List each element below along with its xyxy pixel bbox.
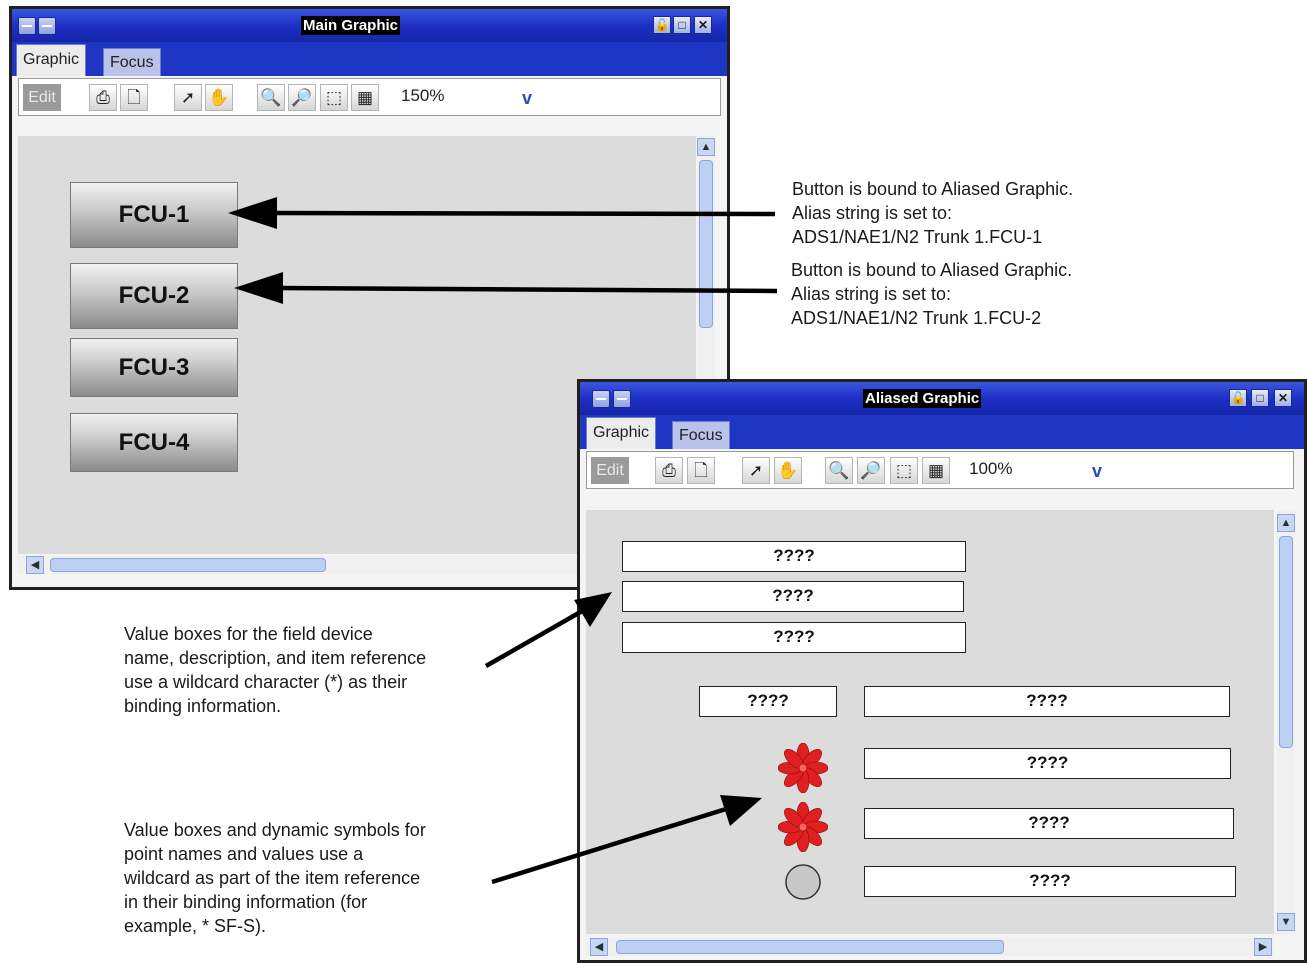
main-title-bar[interactable]: Main Graphic 🔓 □ ✕ [12, 9, 727, 42]
field-device-name-box: ???? [622, 541, 966, 572]
fcu1-annotation: Button is bound to Aliased Graphic. Alia… [792, 179, 1074, 247]
edit-button[interactable]: Edit [23, 84, 61, 111]
aliased-title-bar[interactable]: Aliased Graphic 🔓 □ ✕ [580, 382, 1304, 415]
scroll-down-icon[interactable]: ▼ [1277, 913, 1295, 931]
scroll-left-icon[interactable]: ◀ [26, 556, 44, 574]
maximize-button[interactable]: □ [673, 16, 691, 34]
scroll-up-icon[interactable]: ▲ [1277, 514, 1295, 532]
point-value-box: ???? [864, 686, 1230, 717]
window-minimize-left-button[interactable] [613, 390, 631, 408]
fcu-4-button[interactable]: FCU-4 [70, 413, 238, 472]
fan-symbol-2 [778, 802, 828, 852]
select-pointer-icon[interactable]: ➚ [742, 457, 770, 484]
zoom-level[interactable]: 150% [401, 86, 444, 106]
chevron-down-icon[interactable]: v [1087, 460, 1107, 482]
window-minimize-left-button[interactable] [38, 17, 56, 35]
fcu-2-button[interactable]: FCU-2 [70, 263, 238, 329]
zoom-region-icon[interactable]: ⬚ [320, 84, 348, 111]
aliased-vertical-scrollbar[interactable]: ▲ ▼ [1277, 510, 1295, 934]
chevron-down-icon[interactable]: v [517, 87, 537, 109]
fcu-3-button[interactable]: FCU-3 [70, 338, 238, 397]
zoom-level[interactable]: 100% [969, 459, 1012, 479]
value-boxes-arrow [484, 608, 586, 668]
zoom-out-icon[interactable]: 🔍 [257, 84, 285, 111]
zoom-in-icon[interactable]: 🔎 [857, 457, 885, 484]
point-value-box: ???? [864, 808, 1234, 839]
fcu-1-button[interactable]: FCU-1 [70, 182, 238, 248]
maximize-button[interactable]: □ [1251, 389, 1269, 407]
scroll-up-icon[interactable]: ▲ [697, 138, 715, 156]
fan-symbol-1 [778, 743, 828, 793]
tab-graphic[interactable]: Graphic [16, 44, 87, 76]
select-pointer-icon[interactable]: ➚ [174, 84, 202, 111]
aliased-vertical-scroll-thumb[interactable] [1279, 536, 1293, 748]
aliased-graphic-window: Aliased Graphic 🔓 □ ✕ Graphic Focus Edit… [577, 379, 1307, 963]
symbols-annotation: Value boxes and dynamic symbols for poin… [124, 820, 426, 936]
point-value-box: ???? [864, 748, 1231, 779]
zoom-region-icon[interactable]: ⬚ [890, 457, 918, 484]
print-icon[interactable]: ⎙ [89, 84, 117, 111]
scroll-left-icon[interactable]: ◀ [590, 938, 608, 956]
aliased-tab-row: Graphic Focus [580, 415, 1304, 449]
close-button[interactable]: ✕ [694, 16, 712, 34]
fcu2-annotation: Button is bound to Aliased Graphic. Alia… [791, 260, 1073, 328]
zoom-out-icon[interactable]: 🔍 [825, 457, 853, 484]
tab-graphic[interactable]: Graphic [586, 417, 657, 449]
edit-button[interactable]: Edit [591, 457, 629, 484]
main-tab-row: Graphic Focus [12, 42, 727, 76]
window-menu-button[interactable] [592, 390, 610, 408]
main-vertical-scroll-thumb[interactable] [699, 160, 713, 328]
window-menu-button[interactable] [18, 17, 36, 35]
status-circle-symbol [785, 864, 821, 900]
print-icon[interactable]: ⎙ [655, 457, 683, 484]
value-boxes-annotation: Value boxes for the field device name, d… [124, 624, 427, 716]
close-button[interactable]: ✕ [1274, 389, 1292, 407]
point-value-box: ???? [864, 866, 1236, 897]
main-horizontal-scroll-thumb[interactable] [50, 558, 326, 572]
fit-to-window-icon[interactable]: ▦ [922, 457, 950, 484]
aliased-horizontal-scrollbar[interactable]: ◀ ▶ [586, 938, 1274, 956]
scroll-right-icon[interactable]: ▶ [1254, 938, 1272, 956]
fit-to-window-icon[interactable]: ▦ [351, 84, 379, 111]
print-preview-icon[interactable]: 🗋 [687, 457, 715, 484]
lock-icon[interactable]: 🔓 [1229, 389, 1247, 407]
point-name-box: ???? [699, 686, 837, 717]
pan-hand-icon[interactable]: ✋ [205, 84, 233, 111]
pan-hand-icon[interactable]: ✋ [774, 457, 802, 484]
zoom-in-icon[interactable]: 🔎 [288, 84, 316, 111]
main-toolbar: Edit ⎙ 🗋 ➚ ✋ 🔍 🔎 ⬚ ▦ 150% v [18, 78, 721, 116]
print-preview-icon[interactable]: 🗋 [120, 84, 148, 111]
aliased-toolbar: Edit ⎙ 🗋 ➚ ✋ 🔍 🔎 ⬚ ▦ 100% v [586, 451, 1294, 489]
window-title: Main Graphic [301, 16, 401, 35]
tab-focus[interactable]: Focus [103, 48, 161, 76]
item-reference-box: ???? [622, 622, 966, 653]
aliased-canvas: ???? ???? ???? ???? ???? ???? ???? ???? [586, 510, 1274, 934]
field-device-description-box: ???? [622, 581, 964, 612]
window-title: Aliased Graphic [863, 389, 982, 408]
aliased-horizontal-scroll-thumb[interactable] [616, 940, 1004, 954]
tab-focus[interactable]: Focus [672, 421, 730, 449]
lock-icon[interactable]: 🔓 [653, 16, 671, 34]
